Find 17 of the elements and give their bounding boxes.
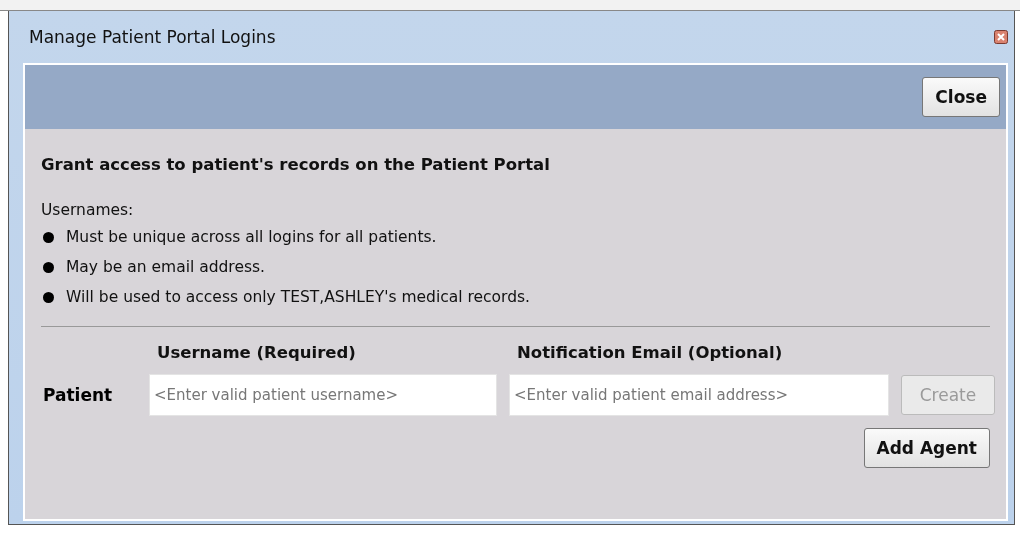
close-button[interactable]: Close bbox=[922, 77, 1000, 117]
rule-text: Will be used to access only TEST,ASHLEY's medical records. bbox=[66, 287, 530, 308]
row-label: Patient bbox=[42, 385, 114, 405]
bullet-icon bbox=[43, 291, 54, 303]
section-heading: Grant access to patient's records on the Patient Portal bbox=[41, 155, 551, 174]
close-icon[interactable] bbox=[994, 30, 1008, 44]
bullet-icon bbox=[43, 261, 54, 273]
username-field[interactable]: <Enter valid patient username> bbox=[149, 374, 497, 416]
email-field[interactable]: <Enter valid patient email address> bbox=[509, 374, 889, 416]
column-header: Notification Email (Optional) bbox=[516, 343, 784, 362]
rule-text: Must be unique across all logins for all patients. bbox=[66, 227, 437, 248]
rule-text: May be an email address. bbox=[66, 257, 266, 278]
window-title: Manage Patient Portal Logins bbox=[29, 27, 276, 47]
add-agent-button[interactable]: Add Agent bbox=[863, 428, 990, 468]
bullet-icon bbox=[43, 231, 54, 243]
column-header: Username (Required) bbox=[156, 343, 357, 362]
rules-label: Usernames: bbox=[41, 200, 135, 221]
